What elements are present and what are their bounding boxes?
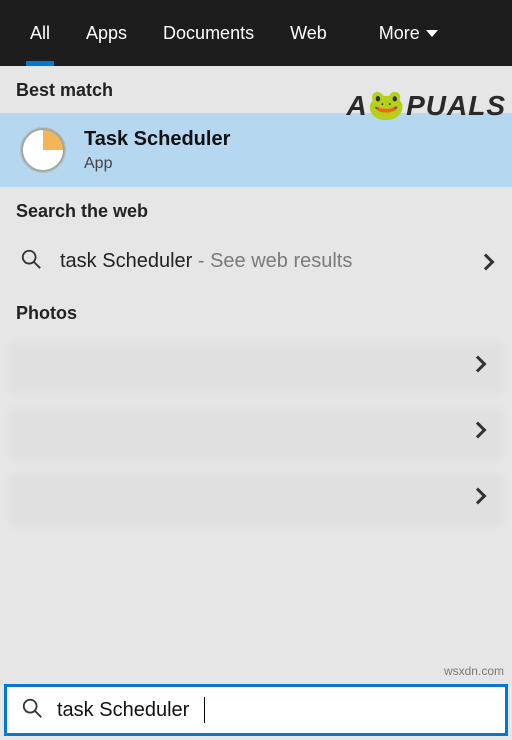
tab-web-label: Web	[290, 23, 327, 44]
search-input[interactable]: task Scheduler	[4, 684, 508, 736]
tab-apps[interactable]: Apps	[68, 0, 145, 66]
photos-results	[0, 336, 512, 536]
tab-more[interactable]: More	[361, 0, 456, 66]
search-input-value: task Scheduler	[57, 699, 189, 722]
web-result-text: task Scheduler - See web results	[60, 250, 462, 273]
tab-active-indicator	[26, 61, 54, 66]
best-match-text: Task Scheduler App	[84, 128, 230, 173]
best-match-result[interactable]: Task Scheduler App	[0, 113, 512, 187]
search-icon	[20, 248, 42, 275]
best-match-subtitle: App	[84, 155, 230, 173]
text-cursor	[204, 697, 205, 723]
section-photos: Photos	[0, 289, 512, 336]
best-match-title: Task Scheduler	[84, 128, 230, 151]
tab-all-label: All	[30, 23, 50, 44]
filter-tabs: All Apps Documents Web More	[0, 0, 512, 66]
tab-all[interactable]: All	[12, 0, 68, 66]
task-scheduler-icon	[20, 127, 66, 173]
tab-documents[interactable]: Documents	[145, 0, 272, 66]
web-result-hint: - See web results	[192, 250, 352, 272]
tab-apps-label: Apps	[86, 23, 127, 44]
tab-documents-label: Documents	[163, 23, 254, 44]
web-result-query: task Scheduler	[60, 250, 192, 272]
search-icon	[21, 697, 43, 724]
image-credit: wsxdn.com	[444, 664, 504, 678]
section-best-match: Best match	[0, 66, 512, 113]
tab-web[interactable]: Web	[272, 0, 345, 66]
section-search-web: Search the web	[0, 187, 512, 234]
tab-more-label: More	[379, 23, 420, 44]
chevron-down-icon	[426, 30, 438, 37]
web-result-row[interactable]: task Scheduler - See web results	[0, 234, 512, 289]
chevron-right-icon	[478, 253, 495, 270]
